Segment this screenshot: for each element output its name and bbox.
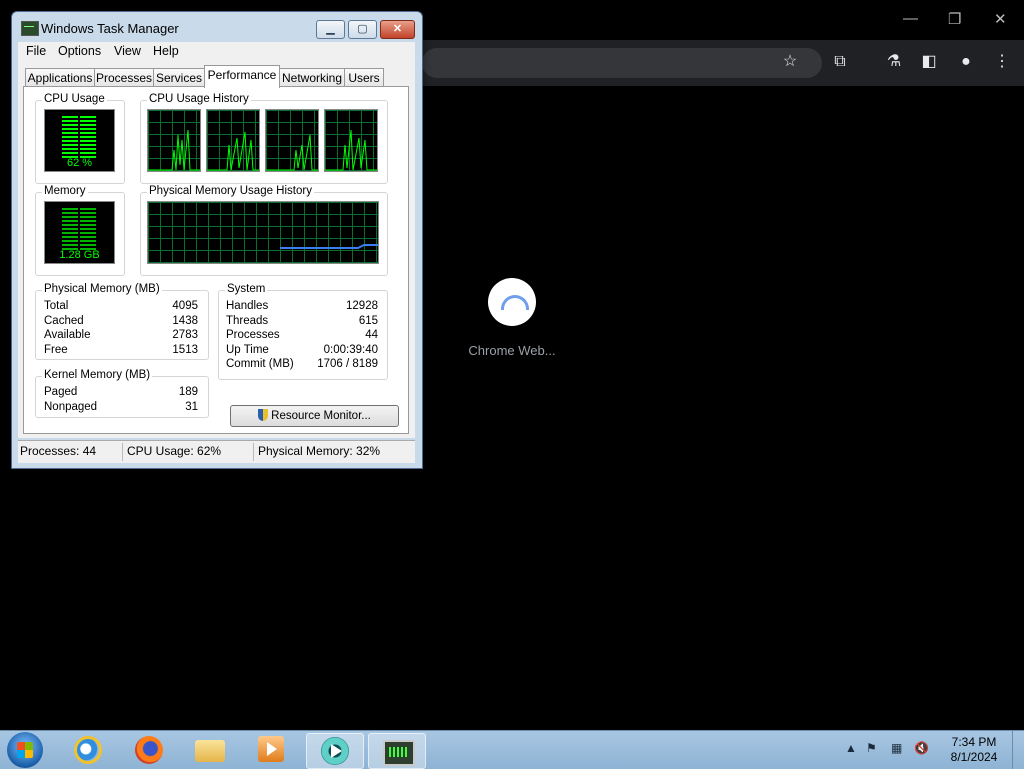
status-cpu-usage: CPU Usage: 62%	[127, 444, 222, 458]
profile-avatar-icon[interactable]: ●	[956, 52, 976, 72]
menu-options[interactable]: Options	[58, 44, 101, 58]
memory-history-trace	[280, 244, 378, 249]
tab-applications[interactable]: Applications	[25, 68, 95, 87]
task-manager-icon	[21, 21, 39, 36]
cpu-usage-value: 62 %	[66, 157, 93, 169]
task-manager-body: Applications Processes Services Performa…	[18, 62, 415, 438]
restore-icon[interactable]: ❐	[948, 10, 961, 28]
cpu-history-trace-core-1	[148, 129, 200, 171]
system-clock[interactable]: 7:34 PM 8/1/2024	[938, 735, 1010, 765]
memory-group: Memory 1.28 GB	[35, 185, 125, 276]
taskbar-chrome[interactable]	[306, 733, 364, 769]
cpu-history-trace-core-2	[207, 131, 259, 171]
minimize-icon[interactable]: —	[903, 10, 918, 27]
maximize-button[interactable]: ▢	[348, 20, 377, 39]
close-button[interactable]: ✕	[380, 20, 415, 39]
status-bar: Processes: 44 CPU Usage: 62% Physical Me…	[18, 440, 415, 463]
side-panel-icon[interactable]: ◧	[919, 52, 939, 72]
loading-label: Chrome Web...	[468, 343, 556, 358]
cpu-history-graph-core-1	[147, 109, 201, 172]
clock-date: 8/1/2024	[950, 750, 998, 764]
taskbar: ▲ ⚑ ▦ 🔇 7:34 PM 8/1/2024	[0, 730, 1024, 769]
chrome-icon	[321, 737, 349, 765]
chrome-menu-icon[interactable]: ⋮	[992, 52, 1012, 72]
cpu-history-trace-core-3	[266, 134, 318, 171]
window-title: Windows Task Manager	[41, 21, 179, 36]
tab-users[interactable]: Users	[344, 68, 384, 87]
menu-view[interactable]: View	[114, 44, 141, 58]
start-button[interactable]	[7, 732, 43, 768]
cpu-history-graph-core-2	[206, 109, 260, 172]
firefox-icon	[135, 736, 163, 764]
physical-memory-label: Physical Memory (MB)	[42, 283, 162, 295]
show-hidden-icons-icon[interactable]: ▲	[845, 741, 857, 755]
kernel-memory-group: Kernel Memory (MB) Paged 189 Nonpaged 31	[35, 369, 209, 418]
labs-flask-icon[interactable]: ⚗	[884, 52, 904, 72]
menu-bar: File Options View Help	[18, 42, 415, 62]
cpu-usage-meter: 62 %	[44, 109, 115, 172]
memory-value: 1.28 GB	[59, 249, 100, 261]
minimize-button[interactable]: ▁	[316, 20, 345, 39]
system-group: System Handles 12928 Threads 615 Processes…	[218, 283, 388, 380]
show-desktop-button[interactable]	[1012, 731, 1024, 769]
web-store-loading-icon	[488, 278, 536, 326]
folder-icon	[195, 740, 225, 762]
memory-meter: 1.28 GB	[44, 201, 115, 264]
cpu-usage-label: CPU Usage	[42, 93, 107, 105]
taskbar-internet-explorer[interactable]	[60, 733, 116, 767]
cpu-history-graph-core-3	[265, 109, 319, 172]
taskbar-task-manager[interactable]	[368, 733, 426, 769]
windows-logo-icon	[17, 742, 33, 758]
menu-file[interactable]: File	[26, 44, 46, 58]
memory-history-group: Physical Memory Usage History	[140, 185, 388, 276]
cpu-usage-bars	[62, 116, 96, 158]
status-physical-memory: Physical Memory: 32%	[258, 444, 381, 458]
volume-muted-icon[interactable]: 🔇	[914, 741, 929, 755]
close-icon[interactable]: ✕	[994, 10, 1007, 28]
tab-networking[interactable]: Networking	[279, 68, 345, 87]
status-processes: Processes: 44	[20, 444, 97, 458]
memory-label: Memory	[42, 185, 88, 197]
task-manager-window: Windows Task Manager ▁ ▢ ✕ File Options …	[11, 11, 423, 469]
internet-explorer-icon	[74, 736, 102, 764]
task-manager-icon	[383, 740, 415, 766]
media-player-icon	[258, 736, 284, 762]
clock-time: 7:34 PM	[951, 735, 997, 749]
memory-history-label: Physical Memory Usage History	[147, 185, 314, 197]
cpu-usage-group: CPU Usage 62 %	[35, 93, 125, 184]
tab-processes[interactable]: Processes	[94, 68, 154, 87]
resource-monitor-button[interactable]: Resource Monitor...	[230, 405, 399, 427]
menu-help[interactable]: Help	[153, 44, 179, 58]
address-bar[interactable]	[422, 48, 822, 78]
network-icon[interactable]: ▦	[891, 741, 902, 755]
taskbar-media-player[interactable]	[243, 733, 299, 767]
cpu-history-trace-core-4	[325, 129, 377, 171]
system-label: System	[225, 283, 268, 295]
physical-memory-group: Physical Memory (MB) Total 4095 Cached 143…	[35, 283, 209, 360]
taskbar-windows-explorer[interactable]	[182, 733, 238, 767]
performance-panel: CPU Usage 62 % CPU Usage History Memory …	[23, 86, 409, 434]
uac-shield-icon	[258, 409, 269, 421]
cpu-history-graph-core-4	[324, 109, 378, 172]
action-center-flag-icon[interactable]: ⚑	[866, 741, 877, 755]
kernel-memory-label: Kernel Memory (MB)	[42, 369, 153, 381]
bookmark-star-icon[interactable]: ☆	[780, 52, 800, 72]
tab-services[interactable]: Services	[153, 68, 205, 87]
tab-performance[interactable]: Performance	[204, 65, 280, 88]
resource-monitor-label: Resource Monitor...	[271, 410, 371, 422]
task-manager-titlebar[interactable]: Windows Task Manager ▁ ▢ ✕	[12, 12, 422, 42]
taskbar-firefox[interactable]	[121, 733, 177, 767]
memory-bars	[62, 208, 96, 250]
memory-history-graph	[147, 201, 379, 264]
extensions-icon[interactable]: ⧉	[830, 52, 850, 72]
cpu-history-label: CPU Usage History	[147, 93, 251, 105]
cpu-history-group: CPU Usage History	[140, 93, 388, 184]
